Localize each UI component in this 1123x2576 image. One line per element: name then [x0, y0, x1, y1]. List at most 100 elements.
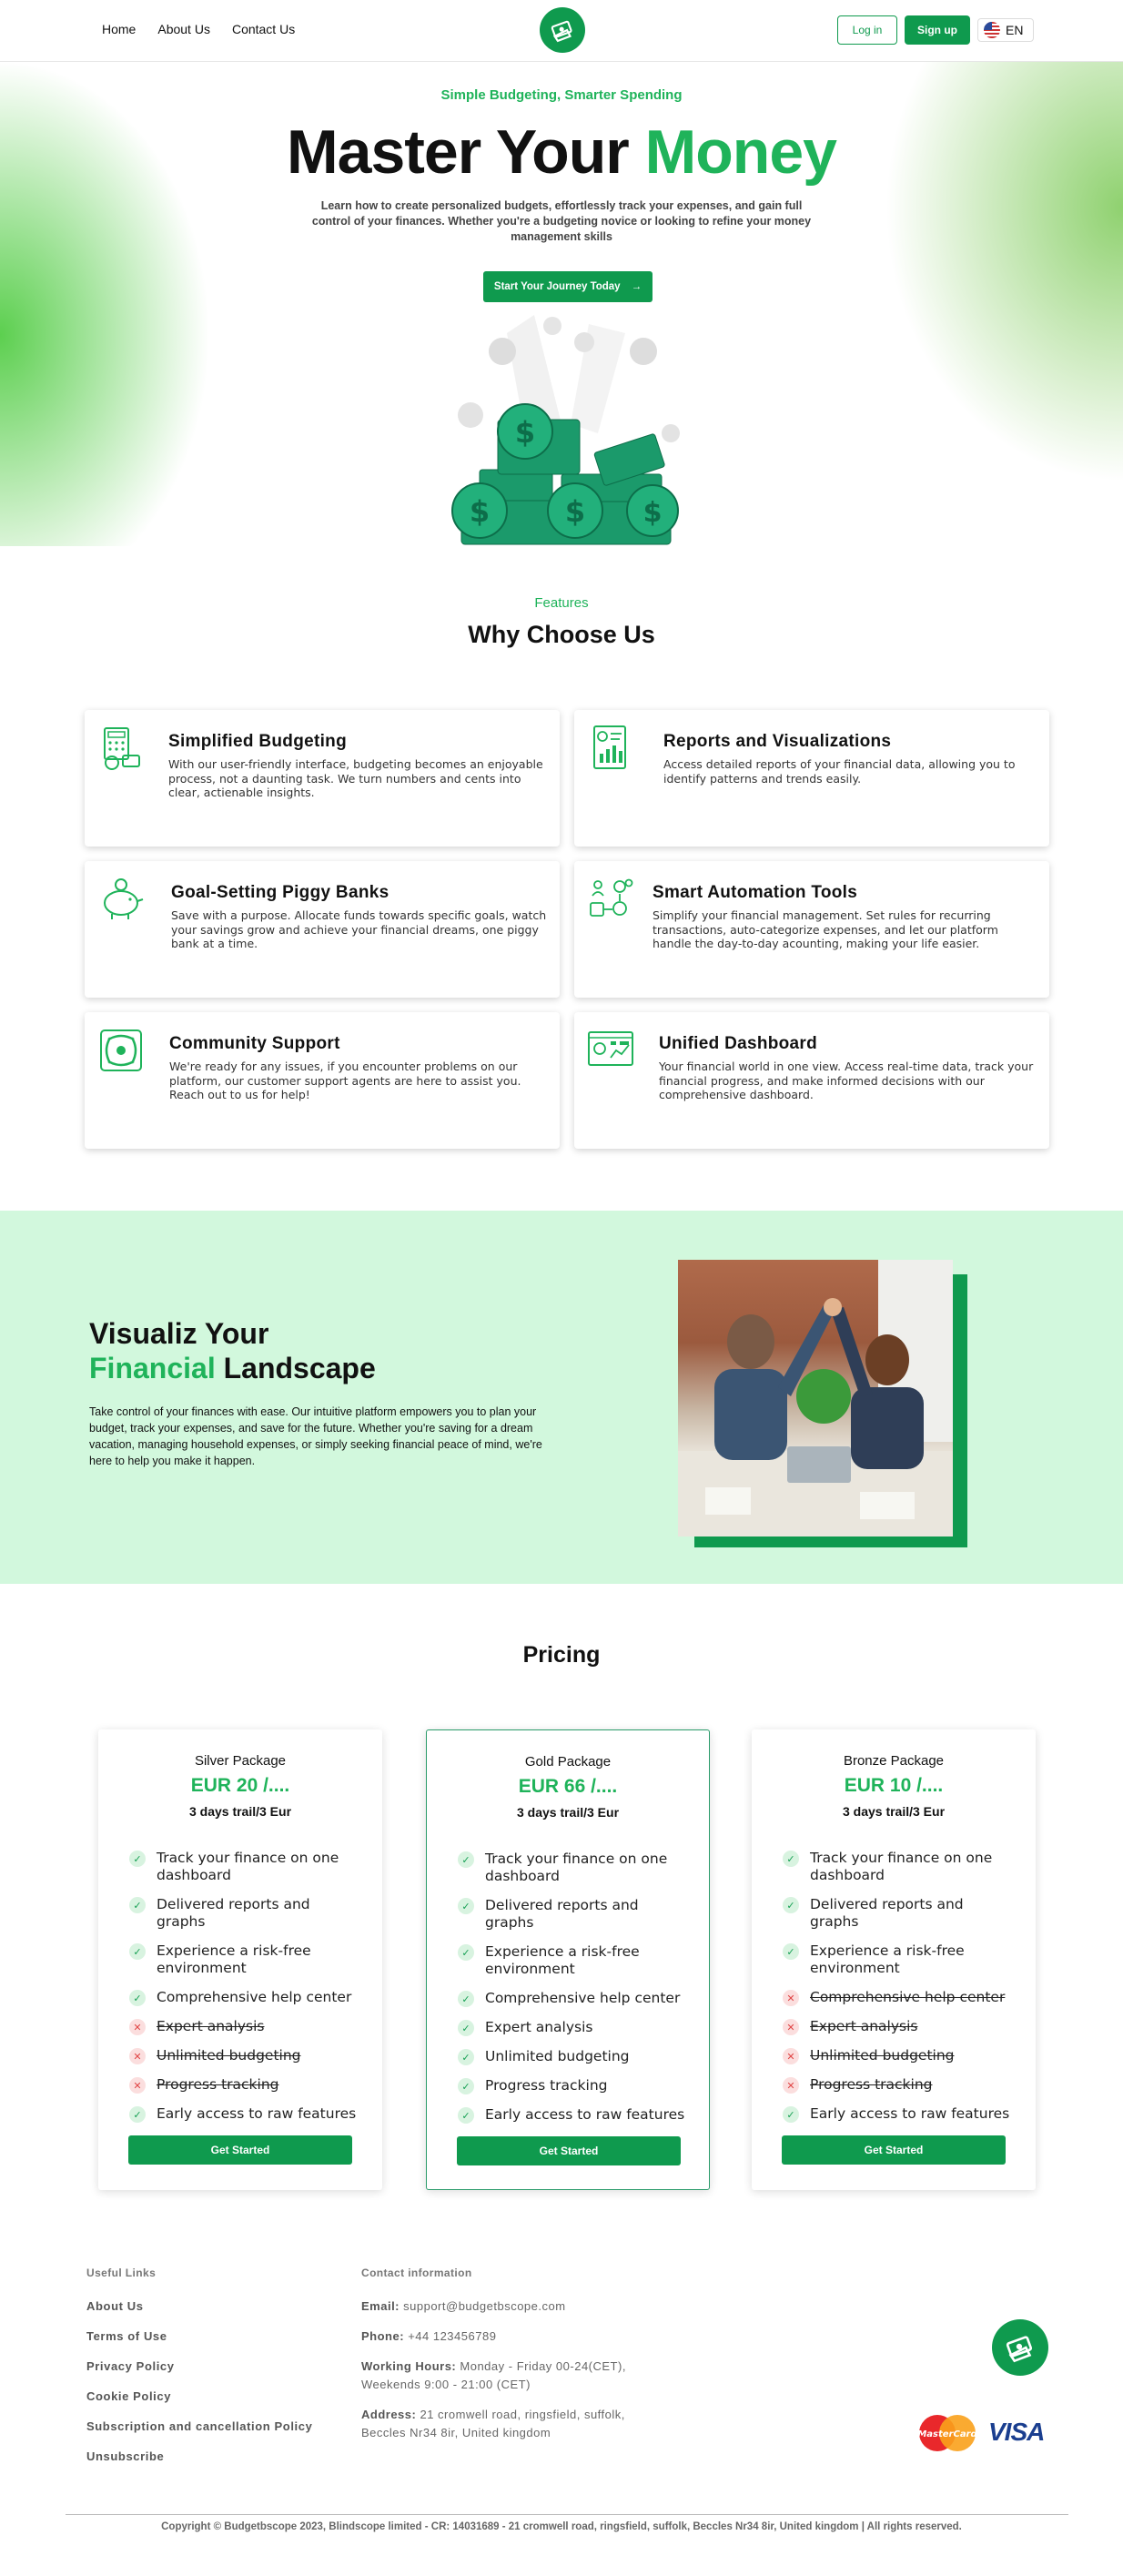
contact-address: Address: 21 cromwell road, ringsfield, s… — [361, 2406, 671, 2442]
visualize-title-accent: Financial — [89, 1352, 216, 1384]
plan-feature-text: Progress tracking — [485, 2077, 608, 2094]
footer-link-subscription[interactable]: Subscription and cancellation Policy — [86, 2419, 312, 2433]
cross-icon: ✕ — [783, 2077, 799, 2094]
svg-text:$: $ — [515, 415, 535, 450]
feature-title: Simplified Budgeting — [168, 732, 347, 751]
feature-text: With our user-friendly interface, budget… — [168, 757, 543, 799]
plan-feature-list: ✓ Track your finance on one dashboard ✓ Del… — [129, 1850, 357, 2135]
plan-feature-item: ✕ Unlimited budgeting — [783, 2047, 1010, 2064]
arrow-right-icon: → — [631, 281, 642, 292]
plan-feature-item: ✓ Early access to raw features — [129, 2105, 357, 2123]
nav-link-about-us[interactable]: About Us — [157, 22, 210, 36]
plan-feature-text: Early access to raw features — [810, 2105, 1010, 2122]
nav-link-contact-us[interactable]: Contact Us — [232, 22, 295, 36]
login-button[interactable]: Log in — [837, 15, 897, 45]
nav-links: Home About Us Contact Us — [102, 22, 295, 36]
plan-feature-item: ✕ Unlimited budgeting — [129, 2047, 357, 2064]
plan-feature-text: Comprehensive help center — [810, 1989, 1006, 2005]
phone-label: Phone: — [361, 2329, 405, 2343]
plan-name: Gold Package — [524, 1754, 612, 1770]
plan-feature-item: ✓ Track your finance on one dashboard — [783, 1850, 1010, 1884]
plan-feature-item: ✕ Progress tracking — [783, 2076, 1010, 2094]
plan-feature-text: Delivered reports and graphs — [810, 1896, 964, 1930]
email-value[interactable]: support@budgetbscope.com — [403, 2299, 565, 2313]
plan-feature-text: Experience a risk-free environment — [157, 1942, 311, 1976]
plan-feature-item: ✓ Progress tracking — [458, 2077, 685, 2094]
svg-text:$: $ — [643, 497, 663, 529]
get-started-button[interactable]: Get Started — [457, 2136, 681, 2165]
features-kicker: Features — [534, 595, 589, 611]
plan-feature-text: Comprehensive help center — [485, 1990, 681, 2006]
plan-feature-item: ✓ Comprehensive help center — [129, 1989, 357, 2006]
get-started-button[interactable]: Get Started — [782, 2135, 1006, 2165]
footer-link-unsubscribe[interactable]: Unsubscribe — [86, 2449, 164, 2463]
top-navbar: Home About Us Contact Us Log in Sign up … — [0, 0, 1123, 62]
plan-name: Silver Package — [194, 1753, 287, 1769]
plan-trial: 3 days trail/3 Eur — [516, 1805, 620, 1820]
plan-feature-item: ✓ Experience a risk-free environment — [458, 1943, 685, 1978]
plan-feature-item: ✕ Comprehensive help center — [783, 1989, 1010, 2006]
plan-feature-item: ✓ Early access to raw features — [458, 2106, 685, 2124]
check-icon: ✓ — [458, 1851, 474, 1868]
pricing-card-silver: Silver Package EUR 20 /.... 3 days trail… — [98, 1729, 382, 2190]
email-label: Email: — [361, 2299, 400, 2313]
plan-feature-text: Delivered reports and graphs — [485, 1897, 639, 1931]
plan-feature-text: Unlimited budgeting — [810, 2047, 955, 2064]
plan-feature-text: Comprehensive help center — [157, 1989, 352, 2005]
brand-logo[interactable] — [540, 7, 585, 53]
get-started-button[interactable]: Get Started — [128, 2135, 352, 2165]
feature-title: Smart Automation Tools — [653, 883, 858, 902]
check-icon: ✓ — [458, 1898, 474, 1914]
plan-feature-text: Expert analysis — [485, 2019, 593, 2035]
copyright-text: Copyright © Budgetbscope 2023, Blindscop… — [161, 2521, 962, 2532]
plan-feature-item: ✕ Expert analysis — [129, 2018, 357, 2035]
cta-label: Start Your Journey Today — [493, 281, 621, 292]
feature-card-simplified-budgeting: Simplified Budgeting With our user-frien… — [85, 710, 560, 847]
plan-feature-text: Unlimited budgeting — [157, 2047, 301, 2064]
plan-price: EUR 66 /.... — [518, 1776, 618, 1797]
plan-feature-text: Experience a risk-free environment — [485, 1943, 640, 1977]
feature-text: Save with a purpose. Allocate funds towa… — [171, 908, 547, 950]
pricing-card-gold: Gold Package EUR 66 /.... 3 days trail/3… — [426, 1729, 710, 2190]
plan-feature-item: ✓ Delivered reports and graphs — [129, 1896, 357, 1931]
coin-stack-illustration: $ $ $ $ — [451, 315, 680, 545]
plan-feature-text: Experience a risk-free environment — [810, 1942, 965, 1976]
language-selector[interactable]: EN — [977, 18, 1034, 42]
footer-link-terms[interactable]: Terms of Use — [86, 2329, 167, 2343]
footer-link-cookie[interactable]: Cookie Policy — [86, 2389, 171, 2403]
nav-link-home[interactable]: Home — [102, 22, 136, 36]
plan-feature-text: Track your finance on one dashboard — [485, 1851, 668, 1884]
hero-kicker: Simple Budgeting, Smarter Spending — [440, 87, 683, 103]
visualize-section: Visualiz Your Financial Landscape Take c… — [0, 1211, 1123, 1584]
cross-icon: ✕ — [129, 2048, 146, 2064]
plan-feature-item: ✓ Unlimited budgeting — [458, 2048, 685, 2065]
plan-feature-item: ✓ Delivered reports and graphs — [783, 1896, 1010, 1931]
cross-icon: ✕ — [783, 1990, 799, 2006]
plan-feature-list: ✓ Track your finance on one dashboard ✓ Del… — [458, 1851, 685, 2135]
check-icon: ✓ — [458, 2078, 474, 2094]
feature-title: Unified Dashboard — [659, 1034, 818, 1053]
hero-title-accent: Money — [644, 117, 837, 187]
plan-name: Bronze Package — [843, 1753, 945, 1769]
check-icon: ✓ — [458, 1944, 474, 1961]
start-journey-button[interactable]: Start Your Journey Today → — [483, 271, 653, 302]
footer-link-about-us[interactable]: About Us — [86, 2299, 144, 2313]
contact-phone: Phone: +44 123456789 — [361, 2328, 671, 2346]
phone-value: +44 123456789 — [408, 2329, 497, 2343]
svg-text:$: $ — [470, 494, 490, 529]
signup-button[interactable]: Sign up — [905, 15, 970, 45]
visa-icon: VISA — [988, 2418, 1045, 2446]
hero-description: Learn how to create personalized budgets… — [311, 199, 812, 243]
plan-feature-text: Expert analysis — [157, 2018, 265, 2034]
calculator-icon — [104, 727, 140, 770]
visualize-title-line1: Visualiz Your — [89, 1317, 269, 1350]
feature-text: Your financial world in one view. Access… — [659, 1060, 1034, 1101]
pricing-card-bronze: Bronze Package EUR 10 /.... 3 days trail… — [752, 1729, 1036, 2190]
plan-feature-item: ✓ Delivered reports and graphs — [458, 1897, 685, 1932]
plan-feature-text: Progress tracking — [157, 2076, 279, 2093]
plan-feature-text: Track your finance on one dashboard — [810, 1850, 993, 1883]
features-title: Why Choose Us — [468, 621, 655, 648]
team-high-five-photo — [678, 1260, 953, 1536]
footer-link-privacy[interactable]: Privacy Policy — [86, 2359, 175, 2373]
feature-card-reports: Reports and Visualizations Access detail… — [574, 710, 1049, 847]
